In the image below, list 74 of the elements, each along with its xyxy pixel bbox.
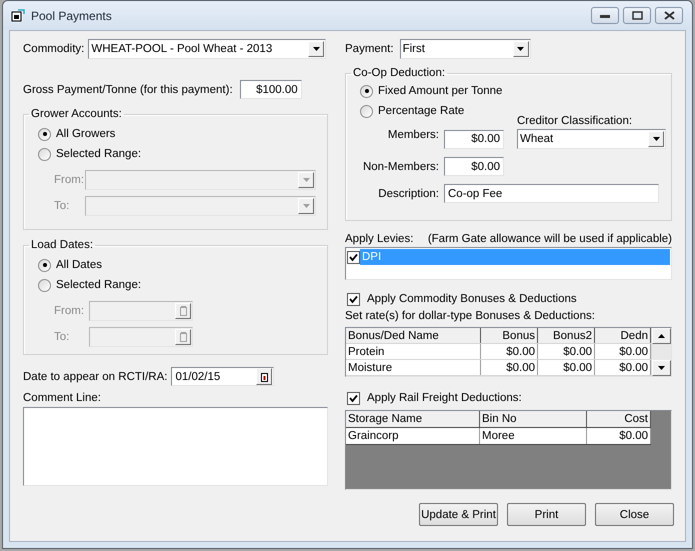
field-label: To:	[54, 200, 70, 212]
column-header[interactable]: Dedn	[595, 328, 651, 343]
creditor-dropdown[interactable]: Wheat	[517, 129, 666, 149]
amount-field[interactable]: $100.00	[240, 80, 302, 99]
amount-field[interactable]: $0.00	[444, 130, 504, 148]
field-label: Date to appear on RCTI/RA:	[23, 370, 168, 382]
column-header[interactable]: Storage Name	[346, 411, 480, 427]
minimize-button[interactable]	[591, 7, 619, 24]
checkbox[interactable]	[347, 292, 360, 306]
group-title: Co-Op Deduction:	[352, 67, 446, 79]
calendar-icon	[175, 302, 191, 318]
action-button[interactable]: Close	[595, 503, 674, 526]
radio-label: Percentage Rate	[378, 105, 464, 117]
field-label: Creditor Classification:	[517, 115, 634, 127]
field-label: Non-Members:	[362, 160, 439, 172]
field-label: Members:	[386, 129, 439, 141]
table-cell: Moree	[480, 428, 587, 444]
column-header[interactable]: Cost	[587, 411, 651, 427]
radio-label: All Growers	[56, 128, 116, 140]
window-title: Pool Payments	[31, 8, 112, 22]
maximize-icon	[632, 11, 642, 20]
field-label: From:	[54, 174, 85, 186]
checkbox-label: Apply Commodity Bonuses & Deductions	[367, 293, 577, 305]
commodity-dropdown[interactable]: WHEAT-POOL - Pool Wheat - 2013	[88, 38, 326, 58]
radio-button[interactable]	[360, 84, 373, 98]
field-label: To:	[54, 330, 70, 342]
comment-field[interactable]	[23, 407, 328, 486]
group-title: Load Dates:	[30, 239, 94, 251]
radio-button[interactable]	[360, 104, 373, 118]
description-field[interactable]: Co-op Fee	[444, 184, 659, 203]
close-icon	[664, 11, 674, 20]
scroll-up-icon[interactable]	[652, 328, 671, 344]
instruction-text: Set rate(s) for dollar-type Bonuses & Deductions:	[345, 310, 596, 322]
field-label: From:	[54, 304, 85, 316]
radio-button[interactable]	[38, 128, 51, 140]
checkbox[interactable]	[347, 392, 360, 404]
field-label: Payment:	[345, 42, 394, 54]
column-header[interactable]: Bonus2	[538, 328, 595, 343]
radio-button[interactable]	[38, 278, 51, 292]
table-cell: Moisture	[346, 360, 481, 375]
radio-label: Fixed Amount per Tonne	[378, 85, 502, 97]
radio-button[interactable]	[38, 148, 51, 160]
checkbox-label: Apply Rail Freight Deductions:	[367, 392, 522, 404]
radio-label: Selected Range:	[56, 279, 142, 291]
minimize-icon	[600, 14, 610, 18]
calendar-icon	[175, 328, 191, 344]
note-text: (Farm Gate allowance will be used if applicable)	[428, 233, 672, 245]
maximize-button[interactable]	[623, 7, 651, 24]
column-header[interactable]: Bin No	[480, 411, 587, 427]
payment-dropdown[interactable]: First	[400, 38, 531, 58]
field-label: Commodity:	[23, 42, 84, 54]
action-button[interactable]: Update & Print	[419, 503, 498, 526]
checkbox[interactable]	[347, 250, 360, 264]
column-header[interactable]: Bonus	[481, 328, 538, 343]
action-button[interactable]: Print	[507, 503, 586, 526]
table-cell: Protein	[346, 344, 481, 359]
radio-label: All Dates	[56, 259, 102, 271]
table-cell: Graincorp	[346, 428, 480, 444]
radio-button[interactable]	[38, 258, 51, 272]
group-title: Grower Accounts:	[30, 108, 123, 120]
field-label: Gross Payment/Tonne (for this payment):	[23, 84, 233, 96]
column-header[interactable]: Bonus/Ded Name	[346, 328, 481, 343]
field-label: Description:	[377, 188, 439, 200]
date-field[interactable]: 01/02/15	[171, 367, 274, 386]
close-button[interactable]	[655, 7, 683, 24]
field-label: Comment Line:	[23, 392, 102, 404]
scrollbar[interactable]	[651, 328, 671, 376]
app-icon	[11, 9, 25, 22]
radio-label: Selected Range:	[56, 148, 142, 160]
amount-field[interactable]: $0.00	[444, 157, 504, 176]
calendar-icon	[256, 368, 272, 385]
table-cell: $0.00	[587, 428, 651, 444]
scroll-down-icon[interactable]	[652, 360, 671, 376]
field-label: Apply Levies:	[345, 233, 414, 245]
